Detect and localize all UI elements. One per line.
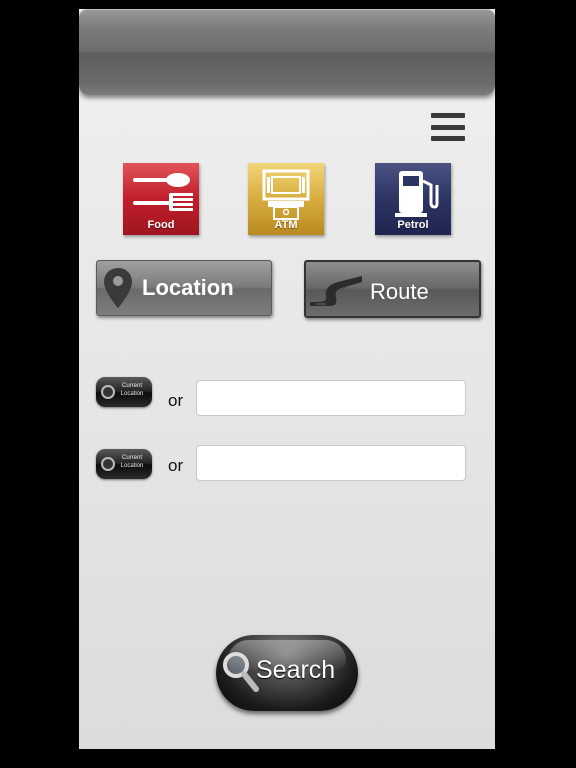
current-location-button-from[interactable]: Current Location xyxy=(96,377,152,407)
category-atm-button[interactable]: ATM xyxy=(248,163,324,235)
title-bar xyxy=(79,9,495,95)
current-location-label: Current Location xyxy=(120,383,144,397)
current-location-label: Current Location xyxy=(120,455,144,469)
category-label: Food xyxy=(147,219,175,231)
location-label: Location xyxy=(142,275,234,300)
location-mode-button[interactable]: Location xyxy=(96,260,272,316)
search-label: Search xyxy=(256,656,336,684)
hamburger-menu-icon[interactable] xyxy=(431,113,465,141)
app-screen: Food ATM Petrol Location Route Current L… xyxy=(79,9,495,749)
to-location-input[interactable] xyxy=(196,445,466,481)
road-icon xyxy=(310,276,362,306)
from-location-input[interactable] xyxy=(196,380,466,416)
target-icon xyxy=(101,385,115,399)
magnifier-icon xyxy=(223,652,259,692)
map-pin-icon xyxy=(104,268,132,308)
route-label: Route xyxy=(370,279,429,304)
fuel-pump-icon xyxy=(395,171,439,217)
category-food-button[interactable]: Food xyxy=(123,163,199,235)
category-label: Petrol xyxy=(397,219,429,231)
category-label: ATM xyxy=(274,219,298,231)
target-icon xyxy=(101,457,115,471)
category-petrol-button[interactable]: Petrol xyxy=(375,163,451,235)
or-label: or xyxy=(168,456,184,475)
search-button[interactable]: Search xyxy=(216,635,358,711)
atm-icon xyxy=(262,169,310,220)
route-mode-button[interactable]: Route xyxy=(304,260,481,318)
fork-spoon-icon xyxy=(133,173,193,211)
or-label: or xyxy=(168,391,184,410)
current-location-button-to[interactable]: Current Location xyxy=(96,449,152,479)
